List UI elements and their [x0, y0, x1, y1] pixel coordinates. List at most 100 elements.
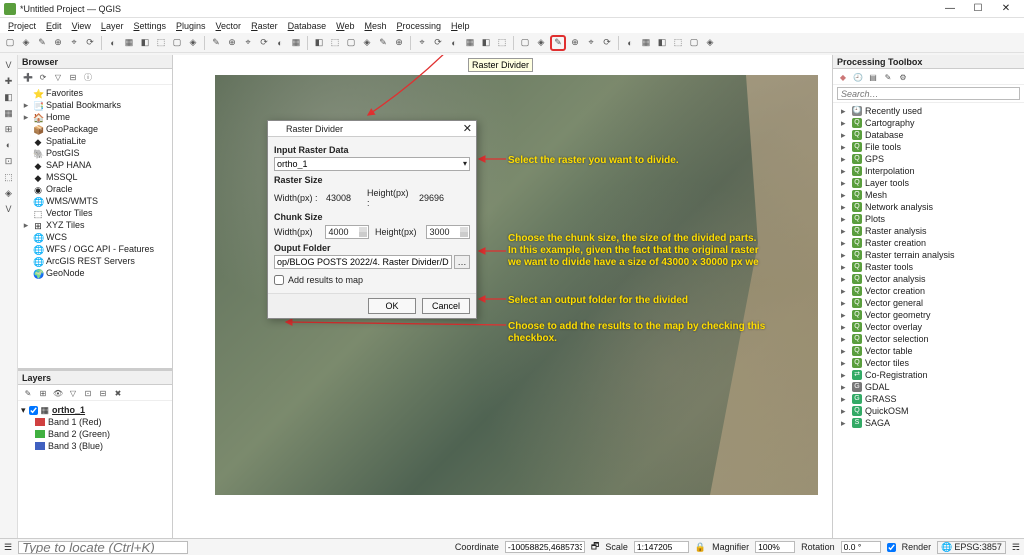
layers-tree[interactable]: ▾ ▦ ortho_1 Band 1 (Red)Band 2 (Green)Ba…: [18, 401, 172, 538]
model-icon[interactable]: ◆: [837, 71, 849, 83]
browser-item[interactable]: 🌍GeoNode: [20, 267, 170, 279]
toolbar-button[interactable]: ◐: [106, 36, 120, 50]
menu-raster[interactable]: Raster: [248, 21, 281, 31]
toolbar-button[interactable]: ◈: [703, 36, 717, 50]
output-folder-input[interactable]: [274, 255, 452, 269]
refresh-icon[interactable]: ⟳: [37, 71, 49, 83]
processing-category[interactable]: ▸SSAGA: [835, 417, 1022, 429]
processing-category[interactable]: ▸QNetwork analysis: [835, 201, 1022, 213]
toolbar-button[interactable]: ⬚: [154, 36, 168, 50]
toolbar-button[interactable]: ⌖: [241, 36, 255, 50]
browser-item[interactable]: 🌐WFS / OGC API - Features: [20, 243, 170, 255]
menu-project[interactable]: Project: [5, 21, 39, 31]
menu-vector[interactable]: Vector: [213, 21, 245, 31]
menu-database[interactable]: Database: [285, 21, 330, 31]
browser-item[interactable]: ▸⊞XYZ Tiles: [20, 219, 170, 231]
processing-category[interactable]: ▸QVector overlay: [835, 321, 1022, 333]
lock-icon[interactable]: 🔒: [695, 542, 706, 553]
processing-category[interactable]: ▸QRaster tools: [835, 261, 1022, 273]
processing-category[interactable]: ▸QDatabase: [835, 129, 1022, 141]
processing-category[interactable]: ▸QLayer tools: [835, 177, 1022, 189]
filter-legend-icon[interactable]: ▽: [67, 387, 79, 399]
vertical-tool[interactable]: ◧: [2, 90, 16, 104]
style-icon[interactable]: ✎: [22, 387, 34, 399]
toolbar-button[interactable]: ◈: [186, 36, 200, 50]
properties-icon[interactable]: ⓘ: [82, 71, 94, 83]
processing-category[interactable]: ▸QInterpolation: [835, 165, 1022, 177]
processing-category[interactable]: ▸QVector tiles: [835, 357, 1022, 369]
toolbar-button[interactable]: ⟳: [83, 36, 97, 50]
magnifier-input[interactable]: [755, 541, 795, 553]
maximize-button[interactable]: ☐: [964, 3, 992, 14]
expand-icon[interactable]: ⊡: [82, 387, 94, 399]
toolbar-button[interactable]: ◈: [534, 36, 548, 50]
toolbar-button[interactable]: ✎: [550, 35, 566, 51]
toolbar-button[interactable]: ⌖: [415, 36, 429, 50]
minimize-button[interactable]: —: [936, 3, 964, 14]
crs-button[interactable]: 🌐EPSG:3857: [937, 541, 1006, 554]
processing-category[interactable]: ▸QMesh: [835, 189, 1022, 201]
processing-category[interactable]: ▸QVector analysis: [835, 273, 1022, 285]
toolbar-button[interactable]: ✎: [209, 36, 223, 50]
browser-item[interactable]: 🐘PostGIS: [20, 147, 170, 159]
band-item[interactable]: Band 1 (Red): [21, 416, 169, 428]
menu-plugins[interactable]: Plugins: [173, 21, 209, 31]
processing-category[interactable]: ▸QRaster analysis: [835, 225, 1022, 237]
history-icon[interactable]: 🕘: [852, 71, 864, 83]
menu-view[interactable]: View: [69, 21, 94, 31]
chevron-down-icon[interactable]: ▾: [463, 159, 467, 168]
browser-item[interactable]: ◆MSSQL: [20, 171, 170, 183]
processing-search-input[interactable]: [837, 87, 1020, 100]
add-layer-icon[interactable]: ➕: [22, 71, 34, 83]
messages-icon[interactable]: ☰: [4, 542, 12, 553]
edit-in-place-icon[interactable]: ✎: [882, 71, 894, 83]
processing-category[interactable]: ▸QFile tools: [835, 141, 1022, 153]
scale-input[interactable]: [634, 541, 689, 553]
input-raster-combo[interactable]: [274, 157, 470, 171]
processing-category[interactable]: ▸⇄Co-Registration: [835, 369, 1022, 381]
vertical-tool[interactable]: ◈: [2, 186, 16, 200]
processing-category[interactable]: ▸QVector general: [835, 297, 1022, 309]
toolbar-button[interactable]: ▦: [463, 36, 477, 50]
processing-category[interactable]: ▸QVector table: [835, 345, 1022, 357]
toolbar-button[interactable]: ▦: [639, 36, 653, 50]
menu-web[interactable]: Web: [333, 21, 357, 31]
toolbar-button[interactable]: ⟳: [431, 36, 445, 50]
toolbar-button[interactable]: ⌖: [67, 36, 81, 50]
toolbar-button[interactable]: ▢: [687, 36, 701, 50]
browser-item[interactable]: ◉Oracle: [20, 183, 170, 195]
locator-input[interactable]: [18, 541, 188, 554]
processing-category[interactable]: ▸GGDAL: [835, 381, 1022, 393]
coord-input[interactable]: [505, 541, 585, 553]
toolbar-button[interactable]: ⊕: [392, 36, 406, 50]
toolbar-button[interactable]: ▢: [344, 36, 358, 50]
toolbar-button[interactable]: ◐: [273, 36, 287, 50]
toolbar-button[interactable]: ◧: [479, 36, 493, 50]
toolbar-button[interactable]: ▦: [289, 36, 303, 50]
toolbar-button[interactable]: ▢: [170, 36, 184, 50]
menu-help[interactable]: Help: [448, 21, 473, 31]
processing-category[interactable]: ▸QRaster creation: [835, 237, 1022, 249]
processing-category[interactable]: ▸QVector creation: [835, 285, 1022, 297]
toolbar-button[interactable]: ▢: [3, 36, 17, 50]
rotation-input[interactable]: [841, 541, 881, 553]
browser-item[interactable]: ▸📑Spatial Bookmarks: [20, 99, 170, 111]
toolbar-button[interactable]: ⊕: [225, 36, 239, 50]
toolbar-button[interactable]: ▦: [122, 36, 136, 50]
layer-visibility-checkbox[interactable]: [29, 406, 38, 415]
layer-root[interactable]: ▾ ▦ ortho_1: [21, 404, 169, 416]
menu-layer[interactable]: Layer: [98, 21, 127, 31]
filter-icon[interactable]: ▽: [52, 71, 64, 83]
browser-item[interactable]: ▸🏠Home: [20, 111, 170, 123]
collapse-all-icon[interactable]: ⊟: [97, 387, 109, 399]
vertical-tool[interactable]: ⬚: [2, 170, 16, 184]
vertical-tool[interactable]: ◐: [2, 138, 16, 152]
processing-category[interactable]: ▸QPlots: [835, 213, 1022, 225]
browser-item[interactable]: 🌐ArcGIS REST Servers: [20, 255, 170, 267]
toolbar-button[interactable]: ◧: [655, 36, 669, 50]
toolbar-button[interactable]: ◈: [360, 36, 374, 50]
close-button[interactable]: ✕: [992, 3, 1020, 14]
toolbar-button[interactable]: ▢: [518, 36, 532, 50]
toolbar-button[interactable]: ◐: [623, 36, 637, 50]
manage-themes-icon[interactable]: 👁: [52, 387, 64, 399]
